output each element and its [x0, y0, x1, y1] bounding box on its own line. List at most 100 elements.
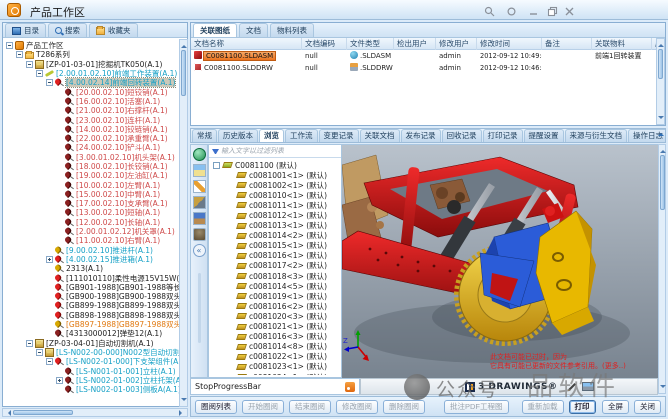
tree-item[interactable]: [21.00.02.10]右撑杆(A.1) — [4, 106, 179, 115]
minimize-icon[interactable] — [528, 6, 540, 17]
collapse-icon[interactable] — [193, 244, 206, 257]
detail-tab[interactable]: 变更记录 — [319, 129, 359, 142]
scroll-down-icon[interactable] — [181, 398, 187, 404]
tab-directory[interactable]: 目录 — [5, 23, 46, 37]
tree-item[interactable]: [LS-N002-01-003]侧板A(A.1) — [4, 385, 179, 394]
viewer-scrollbar[interactable] — [658, 144, 666, 394]
toolbar-button[interactable]: 全屏 — [602, 400, 629, 414]
col-doc-name[interactable]: 文档名称 — [191, 38, 302, 50]
tree-item[interactable]: [9.00.02.10]推进杆(A.1) — [4, 246, 179, 255]
table-scrollbar[interactable] — [656, 38, 665, 125]
component-item[interactable]: c0081010<1> (默认) — [211, 190, 339, 200]
tab-documents[interactable]: 文档 — [239, 23, 268, 37]
detail-tab[interactable]: 工作流 — [285, 129, 318, 142]
pencil-icon[interactable] — [193, 180, 206, 193]
toolbar-button[interactable]: 重新加载 — [522, 400, 564, 414]
measure-icon[interactable] — [193, 196, 206, 209]
tree-expander[interactable] — [36, 349, 43, 356]
col-checkout-user[interactable]: 检出用户 — [394, 38, 436, 50]
tree-expander[interactable] — [26, 61, 33, 68]
toolbar-button[interactable]: 关闭 — [634, 400, 661, 414]
stamp-icon[interactable] — [193, 228, 206, 241]
component-item[interactable]: c0081019<1> (默认) — [211, 291, 339, 301]
component-item[interactable]: c0081024<1> (默认) — [211, 372, 339, 375]
markup-pencil-icon[interactable] — [566, 381, 578, 393]
globe-icon[interactable] — [193, 148, 206, 161]
tree-expander[interactable] — [26, 340, 33, 347]
tree-item[interactable]: [12.00.02.10]长轴(A.1) — [4, 218, 179, 227]
tree-item[interactable]: [LS-N001-01-001]立柱(A.1) — [4, 366, 179, 375]
tree-horizontal-scrollbar[interactable] — [2, 408, 188, 417]
tree-expander[interactable] — [56, 377, 63, 384]
component-item[interactable]: c0081014<8> (默认) — [211, 342, 339, 352]
component-item[interactable]: c0081012<1> (默认) — [211, 210, 339, 220]
toolbar-slider[interactable] — [198, 273, 201, 343]
tree-item[interactable]: [LS-N002-01-000]下支架组件(A.1) — [4, 357, 179, 366]
component-item[interactable]: c0081022<1> (默认) — [211, 352, 339, 362]
tree-item[interactable]: [4.00.02.14]前端回转装置(A.1) — [4, 78, 179, 87]
toolbar-button[interactable]: 删除圈阅 — [383, 400, 425, 414]
tree-item[interactable]: [3.00.01.02.10]机头架(A.1) — [4, 153, 179, 162]
toolbar-button[interactable]: 打印 — [569, 400, 596, 414]
component-item[interactable]: c0081016<1> (默认) — [211, 251, 339, 261]
tree-vertical-scrollbar[interactable] — [179, 39, 188, 407]
tree-item[interactable]: [2.00.01.02.12]机关罩(A.1) — [4, 227, 179, 236]
toolbar-button[interactable]: 批注PDF工程图 — [444, 400, 509, 414]
component-item[interactable]: c0081016<3> (默认) — [211, 332, 339, 342]
components-icon[interactable] — [193, 212, 206, 225]
col-note[interactable]: 备注 — [542, 38, 592, 50]
tree-item[interactable]: [17.00.02.10]支承臂(A.1) — [4, 199, 179, 208]
detail-tab[interactable]: 发布记录 — [401, 129, 441, 142]
component-item[interactable]: C0081100 (默认) — [211, 160, 339, 170]
col-doc-code[interactable]: 文档编码 — [302, 38, 347, 50]
tree-expander[interactable] — [46, 256, 53, 263]
scroll-up-icon[interactable] — [660, 147, 666, 153]
scroll-right-icon[interactable] — [179, 410, 185, 416]
component-item[interactable]: c0081020<3> (默认) — [211, 311, 339, 321]
toolbar-button[interactable]: 修改圈阅 — [336, 400, 378, 414]
component-item[interactable]: c0081014<5> (默认) — [211, 281, 339, 291]
tree-expander[interactable] — [16, 51, 23, 58]
tree-item[interactable]: [19.00.02.10]左油缸(A.1) — [4, 171, 179, 180]
tree-item[interactable]: [24.00.02.10]铲斗(A.1) — [4, 143, 179, 152]
refresh-icon[interactable] — [506, 6, 518, 17]
detail-tab[interactable]: 常规 — [192, 129, 217, 142]
col-linked-material[interactable]: 关联物料 — [592, 38, 652, 50]
col-file-type[interactable]: 文件类型 — [347, 38, 394, 50]
scroll-thumb[interactable] — [13, 410, 73, 415]
table-row[interactable]: C0081100.SLDDRW null .SLDDRW admin 2012-… — [191, 63, 656, 74]
tab-linked-drawings[interactable]: 关联图纸 — [193, 23, 237, 37]
tree-item[interactable]: [GB898-1988]GB898-1988双头螺柱A型(A.1) — [4, 311, 179, 320]
tree-item[interactable]: [16.00.02.10]活塞(A.1) — [4, 97, 179, 106]
filter-input[interactable]: 输入文字以过滤列表 — [221, 146, 284, 156]
detail-tab[interactable]: 回收记录 — [442, 129, 482, 142]
scroll-thumb[interactable] — [660, 155, 665, 210]
scroll-down-icon[interactable] — [658, 116, 664, 122]
scroll-down-icon[interactable] — [660, 385, 666, 391]
tree-item[interactable]: T286系列 — [4, 50, 179, 59]
detail-tab[interactable]: 来源与衍生文档 — [565, 129, 628, 142]
tree-item[interactable]: [14.00.02.10]铰链销(A.1) — [4, 125, 179, 134]
col-modify-user[interactable]: 修改用户 — [436, 38, 477, 50]
component-item[interactable]: c0081016<2> (默认) — [211, 301, 339, 311]
tree-item[interactable]: [111010110]柔性电源15V15W(A.1) — [4, 273, 179, 282]
scroll-thumb[interactable] — [181, 50, 186, 96]
detail-tab[interactable]: 提醒设置 — [524, 129, 564, 142]
tree-item[interactable]: [GB899-1988]GB899-1988双头螺柱A型(A.1) — [4, 301, 179, 310]
table-row[interactable]: C0081100.SLDASM null .SLDASM admin 2012-… — [191, 51, 656, 62]
component-checkbox[interactable] — [213, 162, 220, 169]
toolbar-button[interactable]: 圈阅列表 — [195, 400, 237, 414]
restore-icon[interactable] — [547, 6, 559, 17]
filter-icon[interactable] — [212, 149, 219, 154]
tab-material-list[interactable]: 物料列表 — [270, 23, 314, 37]
tree-item[interactable]: [20.00.02.10]短铰销(A.1) — [4, 87, 179, 96]
tree-item[interactable]: [10.00.02.10]左臂(A.1) — [4, 180, 179, 189]
toolbar-button[interactable]: 结束圈阅 — [289, 400, 331, 414]
tree-expander[interactable] — [36, 70, 43, 77]
component-item[interactable]: c0081017<2> (默认) — [211, 261, 339, 271]
tab-search[interactable]: 搜索 — [48, 23, 87, 37]
scroll-left-icon[interactable] — [5, 410, 11, 416]
scroll-up-icon[interactable] — [181, 42, 187, 48]
doc-name-selected[interactable]: C0081100.SLDASM — [204, 52, 275, 60]
tree-expander[interactable] — [46, 358, 53, 365]
